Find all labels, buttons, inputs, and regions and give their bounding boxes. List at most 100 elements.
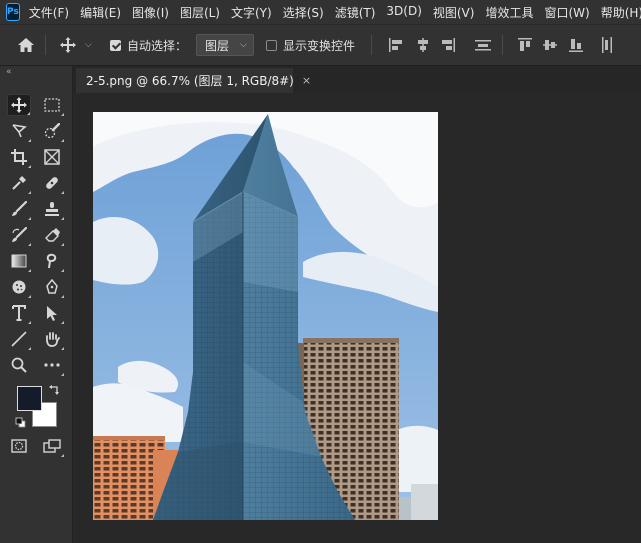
more-tools[interactable]	[40, 354, 64, 376]
move-icon	[60, 37, 76, 53]
history-brush-icon	[12, 227, 27, 242]
menu-layer[interactable]: 图层(L)	[180, 4, 220, 21]
smudge-icon	[46, 253, 57, 269]
auto-select-label: 自动选择：	[127, 38, 188, 53]
show-transform-check[interactable]	[266, 39, 277, 51]
distribute-icon	[475, 40, 491, 51]
history-brush-tool[interactable]	[7, 224, 31, 246]
quick-mask-icon	[11, 439, 27, 453]
show-transform-checkbox[interactable]: 显示变换控件	[266, 25, 355, 65]
shape-tool[interactable]	[7, 328, 31, 350]
move-icon	[11, 97, 27, 113]
menu-bar: Ps 文件(F) 编辑(E) 图像(I) 图层(L) 文字(Y) 选择(S) 滤…	[0, 0, 641, 24]
menu-plugins[interactable]: 增效工具	[485, 4, 533, 21]
menu-select[interactable]: 选择(S)	[283, 4, 324, 21]
pen-icon	[46, 279, 58, 294]
photoshop-logo[interactable]: Ps	[6, 3, 20, 21]
menu-type[interactable]: 文字(Y)	[231, 4, 272, 21]
distribute-button[interactable]	[475, 25, 491, 65]
menu-filter[interactable]: 滤镜(T)	[335, 4, 376, 21]
dodge-tool[interactable]	[7, 276, 31, 298]
align-vcenter-icon	[543, 40, 557, 50]
menu-help[interactable]: 帮助(H)	[601, 4, 641, 21]
document-tab-title: 2-5.png @ 66.7% (图层 1, RGB/8#)	[86, 74, 294, 88]
menu-items: 文件(F) 编辑(E) 图像(I) 图层(L) 文字(Y) 选择(S) 滤镜(T…	[29, 4, 641, 21]
align-hcenter-button[interactable]	[416, 25, 430, 65]
menu-view[interactable]: 视图(V)	[433, 4, 475, 21]
stamp-tool[interactable]	[40, 198, 64, 220]
align-bottom-icon	[569, 39, 583, 52]
brush-icon	[12, 201, 27, 216]
menu-edit[interactable]: 编辑(E)	[80, 4, 121, 21]
healing-tool[interactable]	[40, 172, 64, 194]
brush-tool[interactable]	[7, 198, 31, 220]
foreground-color-swatch[interactable]	[17, 386, 42, 411]
path-select-tool[interactable]	[40, 302, 64, 324]
zoom-icon	[11, 357, 27, 373]
separator	[45, 35, 46, 55]
panel-collapse-icon[interactable]: «	[6, 67, 12, 77]
align-vcenter-button[interactable]	[543, 25, 557, 65]
gradient-icon	[11, 254, 27, 268]
distribute-vertical-icon	[602, 37, 612, 53]
document-image[interactable]	[93, 112, 438, 520]
auto-select-check[interactable]	[110, 39, 121, 51]
chevron-down-icon: ⌵	[240, 40, 247, 50]
quick-select-icon	[44, 123, 60, 139]
separator	[502, 35, 503, 55]
quick-mask-button[interactable]	[7, 435, 31, 457]
rect-marquee-icon	[44, 98, 60, 112]
crop-icon	[11, 149, 27, 165]
frame-icon	[44, 149, 60, 165]
align-right-icon	[442, 38, 455, 52]
auto-select-checkbox[interactable]: 自动选择：	[110, 25, 187, 65]
crop-tool[interactable]	[7, 146, 31, 168]
menu-window[interactable]: 窗口(W)	[544, 4, 589, 21]
quick-select-tool[interactable]	[40, 120, 64, 142]
menu-image[interactable]: 图像(I)	[132, 4, 169, 21]
align-left-button[interactable]	[389, 25, 403, 65]
move-tool-preset[interactable]: ⌵	[60, 25, 92, 65]
show-transform-label: 显示变换控件	[283, 38, 356, 53]
frame-tool[interactable]	[40, 146, 64, 168]
type-tool[interactable]	[7, 302, 31, 324]
close-icon[interactable]: ×	[302, 74, 311, 87]
align-right-button[interactable]	[441, 25, 455, 65]
home-icon	[18, 38, 34, 52]
move-tool[interactable]	[7, 94, 31, 116]
marquee-tool[interactable]	[40, 94, 64, 116]
line-icon	[11, 331, 27, 347]
smudge-tool[interactable]	[40, 250, 64, 272]
home-button[interactable]	[17, 25, 35, 65]
stamp-icon	[45, 202, 59, 216]
align-bottom-button[interactable]	[569, 25, 583, 65]
eraser-tool[interactable]	[40, 224, 64, 246]
hand-tool[interactable]	[40, 328, 64, 350]
lasso-tool[interactable]	[7, 120, 31, 142]
chevron-down-icon: ⌵	[85, 40, 92, 50]
zoom-tool[interactable]	[7, 354, 31, 376]
gradient-tool[interactable]	[7, 250, 31, 272]
bandage-icon	[46, 177, 58, 189]
layer-target-select[interactable]: 图层 ⌵	[196, 34, 254, 56]
document-tab[interactable]: 2-5.png @ 66.7% (图层 1, RGB/8#) ×	[76, 68, 311, 93]
default-colors-icon[interactable]	[15, 417, 26, 428]
canvas-area[interactable]	[73, 93, 641, 543]
eyedropper-icon	[12, 176, 26, 190]
document-tab-bar: 2-5.png @ 66.7% (图层 1, RGB/8#) ×	[73, 66, 641, 93]
menu-3d[interactable]: 3D(D)	[386, 4, 421, 21]
eraser-icon	[45, 228, 60, 242]
type-icon	[12, 305, 26, 321]
align-hcenter-icon	[418, 38, 428, 52]
arrow-icon	[47, 306, 57, 321]
more-icon	[44, 363, 60, 367]
eyedropper-tool[interactable]	[7, 172, 31, 194]
align-left-icon	[389, 38, 402, 52]
align-top-button[interactable]	[518, 25, 532, 65]
screen-mode-button[interactable]	[40, 435, 64, 457]
menu-file[interactable]: 文件(F)	[29, 4, 69, 21]
pen-tool[interactable]	[40, 276, 64, 298]
swap-colors-icon[interactable]	[48, 384, 60, 396]
tools-panel: «	[0, 66, 73, 543]
distribute-vertical-button[interactable]	[600, 25, 614, 65]
